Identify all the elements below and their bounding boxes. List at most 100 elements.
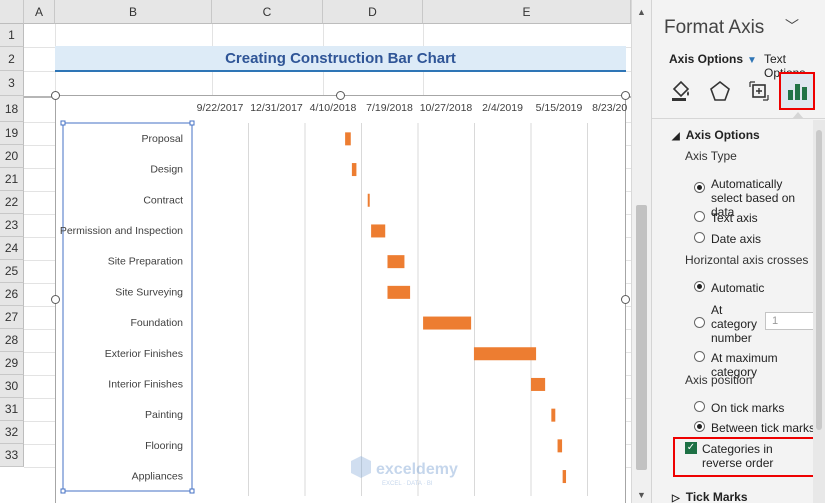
gantt-bar[interactable] bbox=[562, 470, 567, 484]
row-header-24[interactable]: 24 bbox=[0, 237, 24, 260]
x-tick-label: 7/19/2018 bbox=[366, 102, 413, 114]
radio-between-tick-marks-label[interactable]: Between tick marks bbox=[711, 421, 815, 435]
category-axis-selection[interactable] bbox=[62, 122, 193, 492]
format-axis-pane: Format Axis ﹀ Axis Options▼ Text Options… bbox=[651, 0, 825, 503]
row-header-33[interactable]: 33 bbox=[0, 444, 24, 467]
radio-date-axis-label[interactable]: Date axis bbox=[711, 232, 761, 246]
tab-axis-options-label: Axis Options bbox=[669, 52, 744, 66]
y-tick-label: Exterior Finishes bbox=[105, 348, 183, 360]
gantt-bar[interactable] bbox=[371, 224, 386, 238]
row-header-20[interactable]: 20 bbox=[0, 145, 24, 168]
radio-auto-select[interactable] bbox=[694, 182, 705, 193]
radio-date-axis[interactable] bbox=[694, 232, 705, 243]
row-header-28[interactable]: 28 bbox=[0, 329, 24, 352]
gantt-bar[interactable] bbox=[387, 255, 405, 269]
row-header-29[interactable]: 29 bbox=[0, 352, 24, 375]
axis-options-icon[interactable] bbox=[779, 72, 815, 110]
chart-plot[interactable]: 9/22/2017 12/31/2017 4/10/2018 7/19/2018 10/… bbox=[56, 96, 627, 503]
expanded-triangle-icon: ◢ bbox=[672, 131, 680, 142]
pane-scrollbar[interactable] bbox=[813, 120, 825, 503]
row-header-22[interactable]: 22 bbox=[0, 191, 24, 214]
selection-handle[interactable] bbox=[60, 120, 66, 126]
row-header-23[interactable]: 23 bbox=[0, 214, 24, 237]
row-header-18[interactable]: 18 bbox=[0, 96, 24, 122]
row-header-3[interactable]: 3 bbox=[0, 71, 24, 96]
effects-icon[interactable] bbox=[702, 72, 738, 110]
gantt-chart[interactable]: 9/22/2017 12/31/2017 4/10/2018 7/19/2018 10/… bbox=[55, 95, 627, 503]
column-header-b[interactable]: B bbox=[55, 0, 212, 24]
gantt-bar[interactable] bbox=[423, 316, 472, 330]
selection-handle[interactable] bbox=[60, 488, 66, 494]
fill-line-icon[interactable] bbox=[663, 72, 699, 110]
x-tick-label: 9/22/2017 bbox=[197, 102, 244, 114]
row-header-2[interactable]: 2 bbox=[0, 47, 24, 71]
radio-on-tick-marks-label[interactable]: On tick marks bbox=[711, 401, 784, 415]
chart-resize-handle[interactable] bbox=[51, 91, 60, 100]
radio-crosses-automatic-label[interactable]: Automatic bbox=[711, 281, 764, 295]
radio-crosses-category-number-label[interactable]: At category number bbox=[711, 303, 761, 345]
radio-between-tick-marks[interactable] bbox=[694, 421, 705, 432]
y-tick-label: Painting bbox=[145, 409, 183, 421]
pane-options-chevron-icon[interactable]: ﹀ bbox=[785, 16, 799, 36]
reverse-order-label[interactable]: Categories in reverse order bbox=[702, 442, 812, 470]
gantt-bar[interactable] bbox=[531, 377, 546, 391]
axis-type-label: Axis Type bbox=[685, 149, 737, 163]
gantt-bar[interactable] bbox=[351, 163, 357, 177]
selection-handle[interactable] bbox=[189, 120, 195, 126]
gantt-bar[interactable] bbox=[473, 347, 537, 361]
size-properties-icon[interactable] bbox=[741, 72, 777, 110]
reverse-order-checkbox[interactable]: ✓ bbox=[685, 442, 697, 454]
pane-scroll-thumb[interactable] bbox=[816, 130, 822, 430]
row-header-1[interactable]: 1 bbox=[0, 24, 24, 47]
column-header-d[interactable]: D bbox=[323, 0, 423, 24]
gantt-bar[interactable] bbox=[387, 285, 411, 299]
row-header-26[interactable]: 26 bbox=[0, 283, 24, 306]
chart-resize-handle[interactable] bbox=[621, 295, 630, 304]
radio-on-tick-marks[interactable] bbox=[694, 401, 705, 412]
y-tick-label: Site Surveying bbox=[115, 286, 183, 298]
row-header-30[interactable]: 30 bbox=[0, 375, 24, 398]
scroll-thumb[interactable] bbox=[636, 205, 647, 470]
column-header-a[interactable]: A bbox=[24, 0, 55, 24]
row-header-25[interactable]: 25 bbox=[0, 260, 24, 283]
section-axis-options[interactable]: ◢ Axis Options bbox=[672, 128, 760, 142]
x-tick-label: 12/31/2017 bbox=[250, 102, 303, 114]
radio-crosses-category-number[interactable] bbox=[694, 317, 705, 328]
radio-crosses-automatic[interactable] bbox=[694, 281, 705, 292]
vertical-scrollbar[interactable]: ▲ ▼ bbox=[631, 0, 651, 503]
column-header-c[interactable]: C bbox=[212, 0, 323, 24]
select-all-corner[interactable] bbox=[0, 0, 24, 24]
gantt-bar[interactable] bbox=[345, 132, 351, 146]
scroll-down-arrow-icon[interactable]: ▼ bbox=[632, 487, 651, 503]
y-tick-label: Contract bbox=[143, 194, 183, 206]
scroll-up-arrow-icon[interactable]: ▲ bbox=[632, 4, 651, 20]
row-header-27[interactable]: 27 bbox=[0, 306, 24, 329]
tab-axis-options[interactable]: Axis Options ▼ bbox=[669, 52, 757, 66]
section-tick-marks[interactable]: ▷ Tick Marks bbox=[672, 490, 748, 503]
chart-resize-handle[interactable] bbox=[336, 91, 345, 100]
x-tick-label: 2/4/2019 bbox=[482, 102, 523, 114]
y-tick-label: Site Preparation bbox=[108, 256, 183, 268]
radio-crosses-max-category[interactable] bbox=[694, 351, 705, 362]
column-header-e[interactable]: E bbox=[423, 0, 631, 24]
row-header-19[interactable]: 19 bbox=[0, 122, 24, 145]
y-tick-label: Permission and Inspection bbox=[60, 225, 183, 237]
worksheet[interactable]: A B C D E 1 2 3 18 19 20 21 22 23 24 25 26 27 28 29 30 3… bbox=[0, 0, 651, 503]
gantt-bar[interactable] bbox=[367, 193, 370, 207]
sheet-title[interactable]: Creating Construction Bar Chart bbox=[55, 46, 626, 72]
row-header-32[interactable]: 32 bbox=[0, 421, 24, 444]
y-tick-label: Interior Finishes bbox=[108, 378, 183, 390]
gantt-bar[interactable] bbox=[551, 408, 556, 422]
selection-handle[interactable] bbox=[189, 488, 195, 494]
chart-resize-handle[interactable] bbox=[621, 91, 630, 100]
exceldemy-logo-icon bbox=[351, 456, 371, 478]
gantt-bar[interactable] bbox=[557, 439, 563, 453]
radio-text-axis[interactable] bbox=[694, 211, 705, 222]
row-header-21[interactable]: 21 bbox=[0, 168, 24, 191]
watermark-tagline: EXCEL · DATA · BI bbox=[382, 481, 433, 487]
x-tick-label: 4/10/2018 bbox=[310, 102, 357, 114]
exceldemy-watermark: exceldemy EXCEL · DATA · BI bbox=[351, 456, 458, 487]
row-header-31[interactable]: 31 bbox=[0, 398, 24, 421]
radio-text-axis-label[interactable]: Text axis bbox=[711, 211, 758, 225]
chart-resize-handle[interactable] bbox=[51, 295, 60, 304]
